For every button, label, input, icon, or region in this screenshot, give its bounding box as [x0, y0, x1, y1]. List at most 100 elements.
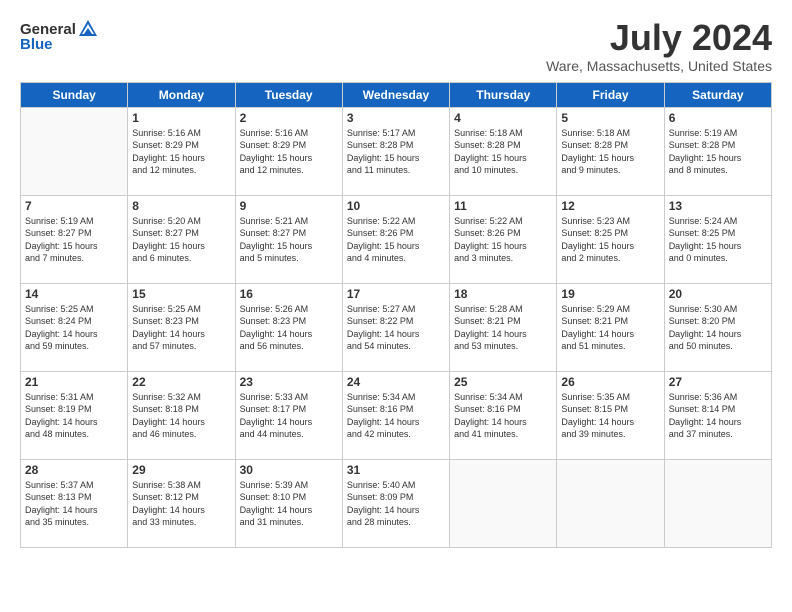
calendar-cell: 25Sunrise: 5:34 AM Sunset: 8:16 PM Dayli…: [450, 371, 557, 459]
calendar-cell: 23 Sunrise: 5:33 AM Sunset: 8:17 PM Dayli…: [235, 371, 342, 459]
day-info: Sunrise: 5:20 AM Sunset: 8:27 PM Dayligh…: [132, 215, 230, 265]
header-day-monday: Monday: [128, 82, 235, 107]
main-title: July 2024: [546, 18, 772, 58]
day-number: 29: [132, 463, 230, 477]
day-number: 12: [561, 199, 659, 213]
day-info: Sunrise: 5:26 AM Sunset: 8:23 PM Dayligh…: [240, 303, 338, 353]
calendar-cell: 8 Sunrise: 5:20 AM Sunset: 8:27 PM Daylig…: [128, 195, 235, 283]
day-info: Sunrise: 5:25 AM Sunset: 8:24 PM Dayligh…: [25, 303, 123, 353]
header: General Blue July 2024 Ware, Massachuset…: [20, 18, 772, 74]
calendar-body: 1 Sunrise: 5:16 AM Sunset: 8:29 PM Daylig…: [21, 107, 772, 547]
day-info: Sunrise: 5:18 AM Sunset: 8:28 PM Dayligh…: [561, 127, 659, 177]
day-number: 20: [669, 287, 767, 301]
calendar-cell: 27 Sunrise: 5:36 AM Sunset: 8:14 PM Dayli…: [664, 371, 771, 459]
logo-general: General: [20, 21, 76, 38]
day-number: 14: [25, 287, 123, 301]
day-number: 15: [132, 287, 230, 301]
day-info: Sunrise: 5:22 AM Sunset: 8:26 PM Dayligh…: [454, 215, 552, 265]
calendar-cell: 17 Sunrise: 5:27 AM Sunset: 8:22 PM Dayli…: [342, 283, 449, 371]
day-number: 30: [240, 463, 338, 477]
day-info: Sunrise: 5:36 AM Sunset: 8:14 PM Dayligh…: [669, 391, 767, 441]
day-number: 22: [132, 375, 230, 389]
day-number: 16: [240, 287, 338, 301]
day-number: 13: [669, 199, 767, 213]
calendar-cell: 10Sunrise: 5:22 AM Sunset: 8:26 PM Dayli…: [342, 195, 449, 283]
day-info: Sunrise: 5:18 AM Sunset: 8:28 PM Dayligh…: [454, 127, 552, 177]
day-info: Sunrise: 5:21 AM Sunset: 8:27 PM Dayligh…: [240, 215, 338, 265]
header-day-tuesday: Tuesday: [235, 82, 342, 107]
day-number: 19: [561, 287, 659, 301]
calendar-cell: 30 Sunrise: 5:39 AM Sunset: 8:10 PM Dayli…: [235, 459, 342, 547]
calendar-cell: [21, 107, 128, 195]
day-number: 5: [561, 111, 659, 125]
day-number: 18: [454, 287, 552, 301]
header-day-wednesday: Wednesday: [342, 82, 449, 107]
day-info: Sunrise: 5:40 AM Sunset: 8:09 PM Dayligh…: [347, 479, 445, 529]
calendar-cell: 16 Sunrise: 5:26 AM Sunset: 8:23 PM Dayli…: [235, 283, 342, 371]
calendar-cell: 6Sunrise: 5:19 AM Sunset: 8:28 PM Daylig…: [664, 107, 771, 195]
header-day-saturday: Saturday: [664, 82, 771, 107]
day-number: 23: [240, 375, 338, 389]
calendar-cell: 7 Sunrise: 5:19 AM Sunset: 8:27 PM Daylig…: [21, 195, 128, 283]
day-number: 8: [132, 199, 230, 213]
subtitle: Ware, Massachusetts, United States: [546, 58, 772, 74]
day-number: 27: [669, 375, 767, 389]
calendar-cell: 20Sunrise: 5:30 AM Sunset: 8:20 PM Dayli…: [664, 283, 771, 371]
day-number: 4: [454, 111, 552, 125]
day-number: 3: [347, 111, 445, 125]
calendar-cell: 2 Sunrise: 5:16 AM Sunset: 8:29 PM Daylig…: [235, 107, 342, 195]
day-info: Sunrise: 5:27 AM Sunset: 8:22 PM Dayligh…: [347, 303, 445, 353]
day-info: Sunrise: 5:39 AM Sunset: 8:10 PM Dayligh…: [240, 479, 338, 529]
calendar-cell: 26 Sunrise: 5:35 AM Sunset: 8:15 PM Dayli…: [557, 371, 664, 459]
day-number: 9: [240, 199, 338, 213]
day-number: 7: [25, 199, 123, 213]
calendar-cell: 19Sunrise: 5:29 AM Sunset: 8:21 PM Dayli…: [557, 283, 664, 371]
week-row-2: 14 Sunrise: 5:25 AM Sunset: 8:24 PM Dayli…: [21, 283, 772, 371]
week-row-0: 1 Sunrise: 5:16 AM Sunset: 8:29 PM Daylig…: [21, 107, 772, 195]
week-row-1: 7 Sunrise: 5:19 AM Sunset: 8:27 PM Daylig…: [21, 195, 772, 283]
title-section: July 2024 Ware, Massachusetts, United St…: [546, 18, 772, 74]
day-number: 2: [240, 111, 338, 125]
calendar: SundayMondayTuesdayWednesdayThursdayFrid…: [20, 82, 772, 548]
calendar-cell: 1Sunrise: 5:16 AM Sunset: 8:29 PM Daylig…: [128, 107, 235, 195]
calendar-cell: 5 Sunrise: 5:18 AM Sunset: 8:28 PM Daylig…: [557, 107, 664, 195]
day-number: 1: [132, 111, 230, 125]
day-number: 21: [25, 375, 123, 389]
calendar-cell: 9 Sunrise: 5:21 AM Sunset: 8:27 PM Daylig…: [235, 195, 342, 283]
day-number: 26: [561, 375, 659, 389]
day-info: Sunrise: 5:32 AM Sunset: 8:18 PM Dayligh…: [132, 391, 230, 441]
calendar-cell: [557, 459, 664, 547]
header-day-friday: Friday: [557, 82, 664, 107]
calendar-cell: 3Sunrise: 5:17 AM Sunset: 8:28 PM Daylig…: [342, 107, 449, 195]
calendar-cell: 12 Sunrise: 5:23 AM Sunset: 8:25 PM Dayli…: [557, 195, 664, 283]
day-info: Sunrise: 5:38 AM Sunset: 8:12 PM Dayligh…: [132, 479, 230, 529]
logo: General Blue: [20, 18, 100, 53]
calendar-cell: 22 Sunrise: 5:32 AM Sunset: 8:18 PM Dayli…: [128, 371, 235, 459]
day-info: Sunrise: 5:34 AM Sunset: 8:16 PM Dayligh…: [454, 391, 552, 441]
calendar-cell: 4 Sunrise: 5:18 AM Sunset: 8:28 PM Daylig…: [450, 107, 557, 195]
day-info: Sunrise: 5:19 AM Sunset: 8:27 PM Dayligh…: [25, 215, 123, 265]
calendar-cell: [664, 459, 771, 547]
day-info: Sunrise: 5:25 AM Sunset: 8:23 PM Dayligh…: [132, 303, 230, 353]
day-info: Sunrise: 5:33 AM Sunset: 8:17 PM Dayligh…: [240, 391, 338, 441]
calendar-cell: 13 Sunrise: 5:24 AM Sunset: 8:25 PM Dayli…: [664, 195, 771, 283]
day-info: Sunrise: 5:37 AM Sunset: 8:13 PM Dayligh…: [25, 479, 123, 529]
day-info: Sunrise: 5:16 AM Sunset: 8:29 PM Dayligh…: [240, 127, 338, 177]
day-number: 17: [347, 287, 445, 301]
calendar-cell: 29 Sunrise: 5:38 AM Sunset: 8:12 PM Dayli…: [128, 459, 235, 547]
calendar-cell: [450, 459, 557, 547]
day-number: 11: [454, 199, 552, 213]
day-info: Sunrise: 5:23 AM Sunset: 8:25 PM Dayligh…: [561, 215, 659, 265]
day-number: 28: [25, 463, 123, 477]
calendar-header: SundayMondayTuesdayWednesdayThursdayFrid…: [21, 82, 772, 107]
calendar-cell: 18Sunrise: 5:28 AM Sunset: 8:21 PM Dayli…: [450, 283, 557, 371]
week-row-4: 28 Sunrise: 5:37 AM Sunset: 8:13 PM Dayli…: [21, 459, 772, 547]
day-number: 31: [347, 463, 445, 477]
day-info: Sunrise: 5:35 AM Sunset: 8:15 PM Dayligh…: [561, 391, 659, 441]
calendar-cell: 21 Sunrise: 5:31 AM Sunset: 8:19 PM Dayli…: [21, 371, 128, 459]
calendar-cell: 15 Sunrise: 5:25 AM Sunset: 8:23 PM Dayli…: [128, 283, 235, 371]
day-info: Sunrise: 5:31 AM Sunset: 8:19 PM Dayligh…: [25, 391, 123, 441]
page: General Blue July 2024 Ware, Massachuset…: [0, 0, 792, 612]
day-info: Sunrise: 5:24 AM Sunset: 8:25 PM Dayligh…: [669, 215, 767, 265]
calendar-cell: 24Sunrise: 5:34 AM Sunset: 8:16 PM Dayli…: [342, 371, 449, 459]
